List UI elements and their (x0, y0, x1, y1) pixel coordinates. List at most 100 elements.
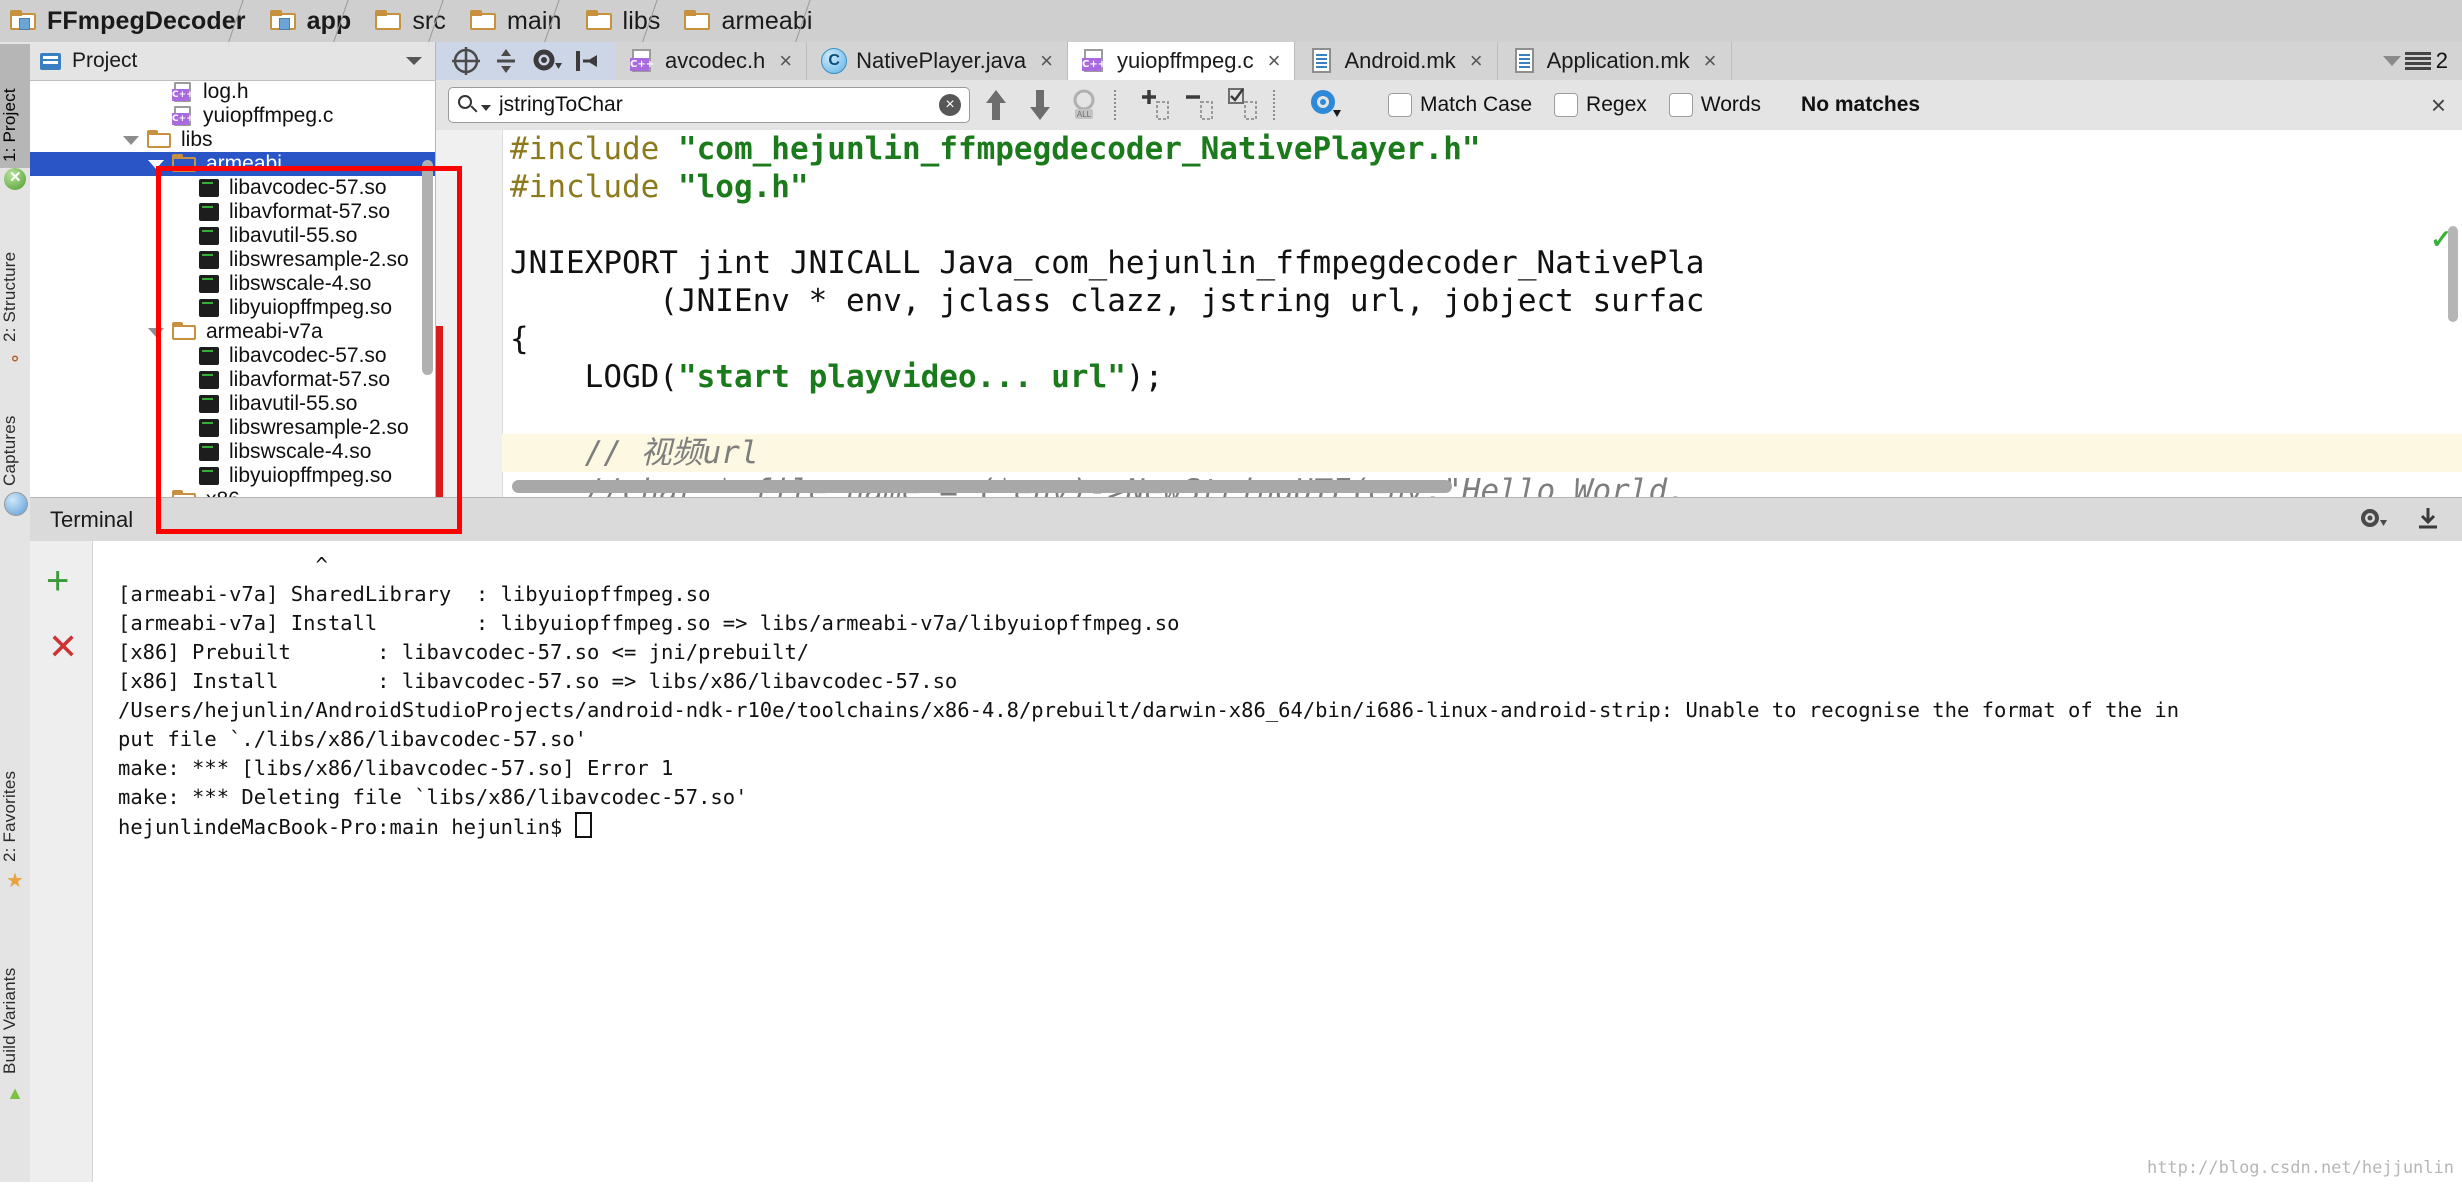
chevron-down-icon[interactable] (481, 105, 491, 111)
tab-list-icon[interactable] (2405, 52, 2431, 70)
find-next-button[interactable] (1022, 86, 1058, 124)
close-find-bar-icon[interactable]: × (2431, 90, 2446, 121)
sidebar-item-captures[interactable]: Captures (0, 378, 30, 492)
find-previous-button[interactable] (978, 86, 1014, 124)
star-icon: ★ (4, 870, 26, 892)
folder-icon (172, 322, 198, 342)
tab-avcodec-h[interactable]: C++ avcodec.h × (616, 42, 807, 80)
tree-item-libswresample-2-so[interactable]: libswresample-2.so (30, 248, 435, 272)
close-icon[interactable]: × (779, 48, 792, 74)
so-file-icon (197, 250, 221, 270)
terminal-output[interactable]: ^[armeabi-v7a] SharedLibrary : libyuiopf… (92, 541, 2462, 1192)
project-panel-header: Project (30, 42, 435, 81)
select-lines-button[interactable] (1225, 86, 1261, 124)
close-icon[interactable]: × (1040, 48, 1053, 74)
editor-horizontal-scrollbar[interactable] (512, 480, 1452, 493)
so-file-icon (197, 202, 221, 222)
close-icon[interactable]: × (1268, 48, 1281, 74)
match-case-checkbox[interactable] (1388, 93, 1412, 117)
breadcrumb-item-ffmpegdecoder[interactable]: FFmpegDecoder (0, 0, 260, 42)
sidebar-item-label: 1: Project (0, 88, 19, 162)
terminal-header-actions (2358, 505, 2462, 536)
breadcrumb-item-armeabi[interactable]: armeabi (674, 0, 826, 42)
breadcrumb-item-app[interactable]: app (260, 0, 366, 42)
tree-item-label: libavformat-57.so (229, 368, 390, 392)
tree-item-libavformat-57-so[interactable]: libavformat-57.so (30, 200, 435, 224)
breadcrumb-item-libs[interactable]: libs (576, 0, 675, 42)
remove-line-button[interactable] (1181, 86, 1217, 124)
terminal-line: [x86] Prebuilt : libavcodec-57.so <= jni… (92, 638, 2462, 667)
tree-item-libyuiopffmpeg-so[interactable]: libyuiopffmpeg.so (30, 464, 435, 488)
terminal-title[interactable]: Terminal (50, 507, 133, 533)
sidebar-item-build-variants[interactable]: Build Variants (0, 914, 30, 1080)
close-icon[interactable]: × (1704, 48, 1717, 74)
folder-icon (586, 10, 614, 32)
tree-item-libavformat-57-so[interactable]: libavformat-57.so (30, 368, 435, 392)
code-view[interactable]: #include "com_hejunlin_ffmpegdecoder_Nat… (436, 130, 2462, 497)
tree-item-libswscale-4-so[interactable]: libswscale-4.so (30, 440, 435, 464)
target-icon[interactable] (449, 46, 483, 76)
search-input[interactable] (497, 92, 969, 118)
terminal-line: make: *** Deleting file `libs/x86/libavc… (92, 783, 2462, 812)
tree-item-libavcodec-57-so[interactable]: libavcodec-57.so (30, 344, 435, 368)
project-tree-scrollbar[interactable] (422, 160, 433, 375)
tree-item-x86[interactable]: x86 (30, 488, 435, 497)
words-checkbox[interactable] (1669, 93, 1693, 117)
tree-item-libyuiopffmpeg-so[interactable]: libyuiopffmpeg.so (30, 296, 435, 320)
chevron-down-icon[interactable] (406, 57, 422, 65)
tree-item-armeabi-v7a[interactable]: armeabi-v7a (30, 320, 435, 344)
tree-item-log-h[interactable]: C++log.h (30, 80, 435, 104)
sidebar-item-label: Captures (0, 415, 19, 486)
twisty-open-icon[interactable] (148, 160, 164, 169)
tree-item-label: libswresample-2.so (229, 416, 409, 440)
regex-checkbox[interactable] (1554, 93, 1578, 117)
breadcrumb-item-src[interactable]: src (365, 0, 460, 42)
tree-item-libavutil-55-so[interactable]: libavutil-55.so (30, 224, 435, 248)
so-file-icon (197, 346, 221, 366)
svg-text:ALL: ALL (1077, 110, 1092, 119)
sidebar-item-structure[interactable]: 2: Structure (0, 202, 30, 348)
tab-overflow[interactable]: 2 (2383, 48, 2462, 74)
find-all-button[interactable]: ALL (1066, 86, 1102, 124)
tab-yuiopffmpeg-c[interactable]: C++ yuiopffmpeg.c × (1068, 42, 1295, 80)
sidebar-item-favorites[interactable]: 2: Favorites (0, 732, 30, 868)
tree-item-libswresample-2-so[interactable]: libswresample-2.so (30, 416, 435, 440)
gear-icon[interactable] (2358, 505, 2388, 536)
editor-gutter[interactable] (436, 130, 503, 497)
tree-item-libswscale-4-so[interactable]: libswscale-4.so (30, 272, 435, 296)
tab-application-mk[interactable]: Application.mk × (1498, 42, 1732, 80)
search-field[interactable]: × (448, 87, 970, 123)
folder-icon (172, 490, 198, 497)
tab-nativeplayer-java[interactable]: C NativePlayer.java × (807, 42, 1068, 80)
tree-item-libavcodec-57-so[interactable]: libavcodec-57.so (30, 176, 435, 200)
twisty-open-icon[interactable] (148, 328, 164, 337)
breadcrumb-item-main[interactable]: main (460, 0, 576, 42)
folder-icon (147, 130, 173, 150)
chevron-down-icon[interactable] (2383, 56, 2401, 66)
code-line: { (502, 320, 2462, 358)
new-session-button[interactable]: + (46, 567, 69, 595)
sidebar-item-project[interactable]: 1: Project (0, 44, 30, 168)
project-tree[interactable]: C++log.hC++yuiopffmpeg.clibsarmeabilibav… (30, 80, 435, 497)
clear-search-icon[interactable]: × (939, 94, 961, 116)
tab-android-mk[interactable]: Android.mk × (1295, 42, 1497, 80)
tree-item-libs[interactable]: libs (30, 128, 435, 152)
find-settings-gear-icon[interactable] (1306, 86, 1342, 124)
code-text[interactable]: #include "com_hejunlin_ffmpegdecoder_Nat… (502, 130, 2462, 497)
watermark-text: http://blog.csdn.net/hejjunlin (2147, 1158, 2454, 1178)
gear-settings-icon[interactable] (529, 46, 563, 76)
add-line-button[interactable] (1137, 86, 1173, 124)
tree-item-armeabi[interactable]: armeabi (30, 152, 435, 176)
collapse-all-icon[interactable] (489, 46, 523, 76)
terminal-prompt[interactable]: hejunlindeMacBook-Pro:main hejunlin$ (92, 812, 2462, 841)
tree-item-libavutil-55-so[interactable]: libavutil-55.so (30, 392, 435, 416)
words-label: Words (1701, 93, 1761, 117)
breadcrumb-label: src (412, 7, 446, 36)
close-session-button[interactable]: ✕ (48, 633, 78, 661)
tree-item-yuiopffmpeg-c[interactable]: C++yuiopffmpeg.c (30, 104, 435, 128)
hide-panel-icon[interactable] (2414, 505, 2442, 536)
jump-to-source-icon[interactable] (569, 46, 603, 76)
close-icon[interactable]: × (1470, 48, 1483, 74)
divider (1273, 90, 1276, 120)
twisty-open-icon[interactable] (123, 136, 139, 145)
